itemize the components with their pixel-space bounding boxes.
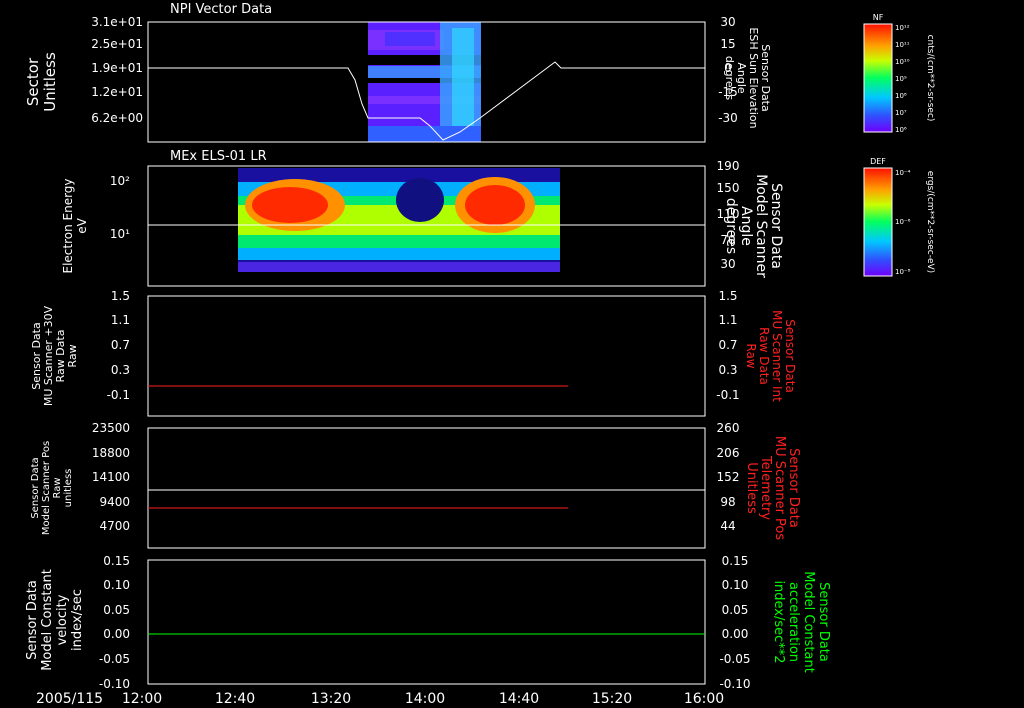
colorbar-tick: 10¹¹	[895, 41, 910, 49]
x-axis: 2005/115 12:00 12:40 13:20 14:00 14:40 1…	[36, 691, 724, 707]
colorbar-def: DEF 10⁻⁴ 10⁻⁶ 10⁻⁸ ergs/(cm**2-sr-sec-eV…	[863, 157, 935, 277]
xtick-label: 16:00	[684, 691, 724, 707]
y2label: Sensor DataMU Scanner IntRaw DataRaw	[744, 310, 797, 402]
colorbar-tick: 10⁻⁶	[895, 218, 911, 226]
ytick-label: 0.00	[103, 627, 130, 641]
y2tick-label: 150	[717, 181, 740, 195]
y2label: Sensor DataModel Constantaccelerationind…	[771, 571, 831, 673]
xtick-label: 15:20	[592, 691, 632, 707]
ytick-label: 18800	[92, 446, 130, 460]
ytick-label: 10¹	[110, 227, 130, 241]
colorbar-tick: 10⁶	[895, 126, 907, 134]
xtick-label: 14:40	[499, 691, 539, 707]
plot-frame	[147, 427, 706, 549]
ytick-label: 1.1	[111, 313, 130, 327]
colorbar-tick: 10¹²	[895, 24, 910, 32]
ylabel: Electron EnergyeV	[61, 178, 89, 273]
ytick-label: 0.7	[111, 338, 130, 352]
ytick-label: 4700	[99, 519, 130, 533]
els-spectrogram	[238, 168, 560, 272]
y2tick-label: 0.00	[722, 627, 749, 641]
colorbar-tag: NF	[873, 13, 884, 22]
panel-scanner-pos: 23500 18800 14100 9400 4700 260 206 152 …	[30, 421, 801, 549]
ytick-label: -0.05	[99, 652, 130, 666]
y2label: Sensor DataMU Scanner PosTelemetryUnitle…	[744, 436, 801, 541]
ytick-label: -0.1	[107, 388, 130, 402]
y2tick-label: -0.05	[719, 652, 750, 666]
colorbar-tick: 10¹⁰	[895, 58, 910, 66]
y2tick-label: 44	[720, 519, 735, 533]
figure-canvas: NPI Vector Data 3.1e+01 2.5e+01 1.9e+01 …	[24, 2, 935, 707]
ytick-label: 0.10	[103, 578, 130, 592]
y2tick-label: -0.1	[716, 388, 739, 402]
colorbar-tick: 10⁻⁴	[895, 169, 911, 177]
ytick-label: 3.1e+01	[91, 15, 143, 29]
colorbar-gradient	[863, 23, 893, 133]
npi-spectrogram	[368, 22, 481, 142]
y2tick-label: 0.7	[718, 338, 737, 352]
panel-els: MEx ELS-01 LR 10² 10¹ 190 150 110 70 30	[61, 149, 784, 287]
y2tick-label: 98	[720, 495, 735, 509]
panel-mu-raw: 1.5 1.1 0.7 0.3 -0.1 1.5 1.1 0.7 0.3 -0.…	[30, 289, 797, 417]
ylabel: Sensor DataModel Constantvelocityindex/s…	[25, 569, 85, 671]
xtick-label: 14:00	[405, 691, 445, 707]
y2tick-label: -30	[718, 111, 738, 125]
panel-model-constant: 0.15 0.10 0.05 0.00 -0.05 -0.10 0.15 0.1…	[25, 554, 831, 691]
y2tick-label: 260	[717, 421, 740, 435]
ylabel: Sensor DataMU Scanner +30VRaw DataRaw	[30, 305, 79, 406]
ylabel: SectorUnitless	[24, 52, 59, 112]
xtick-label: 13:20	[311, 691, 351, 707]
y2tick-label: 0.10	[722, 578, 749, 592]
ylabel: Sensor DataModel Scanner PosRawunitless	[30, 441, 74, 535]
xtick-label: 12:40	[215, 691, 255, 707]
ytick-label: 2.5e+01	[91, 37, 143, 51]
y2tick-label: 152	[717, 470, 740, 484]
colorbar-tag: DEF	[870, 157, 886, 166]
panel-title: NPI Vector Data	[170, 2, 272, 17]
colorbar-tick: 10⁻⁸	[895, 268, 911, 276]
colorbar-tick: 10⁸	[895, 92, 907, 100]
ytick-label: 1.9e+01	[91, 61, 143, 75]
ytick-label: 9400	[99, 495, 130, 509]
y2tick-label: 1.1	[718, 313, 737, 327]
ytick-label: 1.5	[111, 289, 130, 303]
colorbar-unit: cnts/(cm**2-sr-sec)	[925, 35, 935, 122]
colorbar-tick: 10⁷	[895, 109, 907, 117]
date-label: 2005/115	[36, 691, 103, 707]
y2tick-label: 206	[717, 446, 740, 460]
y2tick-label: -0.10	[719, 677, 750, 691]
y2tick-label: 0.15	[722, 554, 749, 568]
plot-frame	[147, 295, 706, 417]
xtick-label: 12:00	[122, 691, 162, 707]
ytick-label: 6.2e+00	[91, 111, 143, 125]
ytick-label: 0.15	[103, 554, 130, 568]
ytick-label: 1.2e+01	[91, 85, 143, 99]
panel-npi: NPI Vector Data 3.1e+01 2.5e+01 1.9e+01 …	[24, 2, 772, 143]
panel-title: MEx ELS-01 LR	[170, 149, 267, 164]
y2tick-label: 15	[720, 37, 735, 51]
y2tick-label: 0.3	[718, 363, 737, 377]
plot-frame	[147, 559, 706, 685]
y2tick-label: 1.5	[718, 289, 737, 303]
ytick-label: 0.05	[103, 603, 130, 617]
y2tick-label: 30	[720, 257, 735, 271]
y2tick-label: 30	[720, 15, 735, 29]
colorbar-gradient	[863, 167, 893, 277]
ytick-label: -0.10	[99, 677, 130, 691]
ytick-label: 10²	[110, 174, 130, 188]
ytick-label: 0.3	[111, 363, 130, 377]
ytick-label: 14100	[92, 470, 130, 484]
ytick-label: 23500	[92, 421, 130, 435]
colorbar-nf: NF 10¹² 10¹¹ 10¹⁰ 10⁹ 10⁸ 10⁷ 10⁶ cnts/(…	[863, 13, 935, 134]
colorbar-tick: 10⁹	[895, 75, 907, 83]
y2tick-label: 0.05	[722, 603, 749, 617]
y2tick-label: 190	[717, 159, 740, 173]
colorbar-unit: ergs/(cm**2-sr-sec-eV)	[925, 171, 935, 273]
